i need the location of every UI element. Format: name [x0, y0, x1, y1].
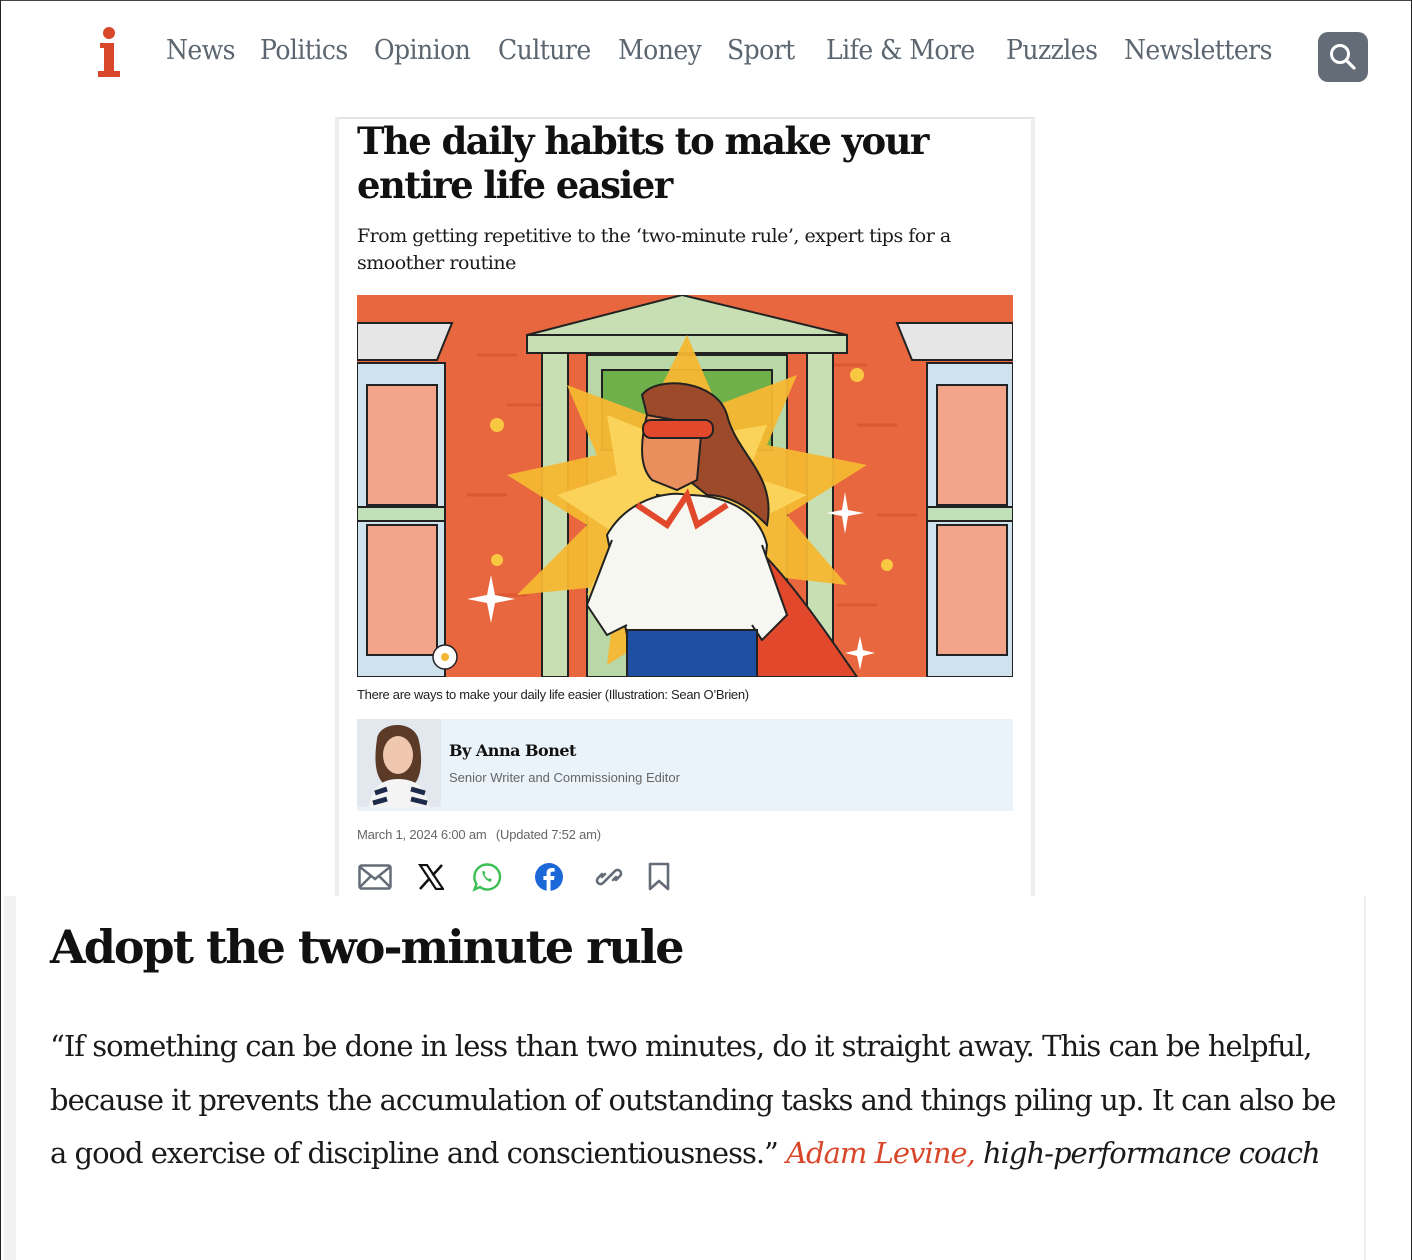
email-icon [358, 864, 392, 890]
page-border-left [0, 0, 1, 1260]
logo-dot [103, 27, 115, 39]
author-avatar[interactable] [357, 719, 441, 807]
quote-attribution-role: high-performance coach [982, 1136, 1321, 1170]
section-heading: Adopt the two-minute rule [50, 920, 685, 974]
author-portrait [357, 719, 441, 807]
article-headline: The daily habits to make your entire lif… [357, 119, 929, 207]
left-window [357, 322, 454, 677]
nav-menu: News Politics Opinion Culture Money Spor… [166, 35, 1303, 66]
share-whatsapp-button[interactable] [469, 859, 505, 895]
share-bar [357, 859, 757, 895]
updated-time: (Updated 7:52 am) [495, 827, 601, 842]
quote-attribution-name[interactable]: Adam Levine, [786, 1136, 976, 1170]
nav-item-opinion[interactable]: Opinion [374, 35, 471, 66]
article-standfirst: From getting repetitive to the ‘two-minu… [357, 225, 951, 274]
author-byline[interactable]: By Anna Bonet [449, 741, 576, 760]
image-caption: There are ways to make your daily life e… [357, 687, 749, 702]
publish-date: March 1, 2024 6:00 am (Updated 7:52 am) [357, 827, 601, 842]
share-x-button[interactable] [413, 859, 449, 895]
superhero-illustration [357, 295, 1013, 677]
nav-item-sport[interactable]: Sport [727, 35, 795, 66]
top-frame: News Politics Opinion Culture Money Spor… [0, 0, 1412, 897]
nav-item-politics[interactable]: Politics [260, 35, 348, 66]
x-icon [418, 864, 444, 890]
whatsapp-icon [472, 863, 502, 892]
logo-foot [98, 71, 120, 77]
search-button[interactable] [1318, 32, 1368, 82]
article-body-section: Adopt the two-minute rule “If something … [4, 896, 1366, 1260]
share-facebook-button[interactable] [531, 859, 567, 895]
nav-item-newsletters[interactable]: Newsletters [1124, 35, 1272, 66]
shirt [605, 492, 769, 636]
i-logo[interactable] [98, 27, 120, 79]
expert-quote: “If something can be done in less than t… [50, 1020, 1340, 1181]
nav-item-culture[interactable]: Culture [498, 35, 591, 66]
mask [642, 419, 714, 439]
jeans [626, 629, 758, 677]
author-role: Senior Writer and Commissioning Editor [449, 770, 680, 785]
search-icon [1330, 44, 1356, 70]
nav-item-money[interactable]: Money [618, 35, 702, 66]
share-email-button[interactable] [357, 859, 393, 895]
nav-item-puzzles[interactable]: Puzzles [1006, 35, 1098, 66]
nav-item-life-more[interactable]: Life & More [826, 35, 975, 66]
top-navigation: News Politics Opinion Culture Money Spor… [1, 1, 1411, 111]
link-icon [595, 868, 623, 886]
logo-stem [104, 43, 114, 73]
article-card: The daily habits to make your entire lif… [335, 117, 1035, 897]
published-time: March 1, 2024 6:00 am [357, 827, 487, 842]
facebook-icon [535, 863, 563, 891]
bookmark-button[interactable] [641, 859, 677, 895]
copy-link-button[interactable] [591, 859, 627, 895]
nav-item-news[interactable]: News [166, 35, 236, 66]
article-illustration[interactable] [357, 295, 1013, 677]
author-box: By Anna Bonet Senior Writer and Commissi… [357, 719, 1013, 811]
bookmark-icon [648, 862, 670, 891]
